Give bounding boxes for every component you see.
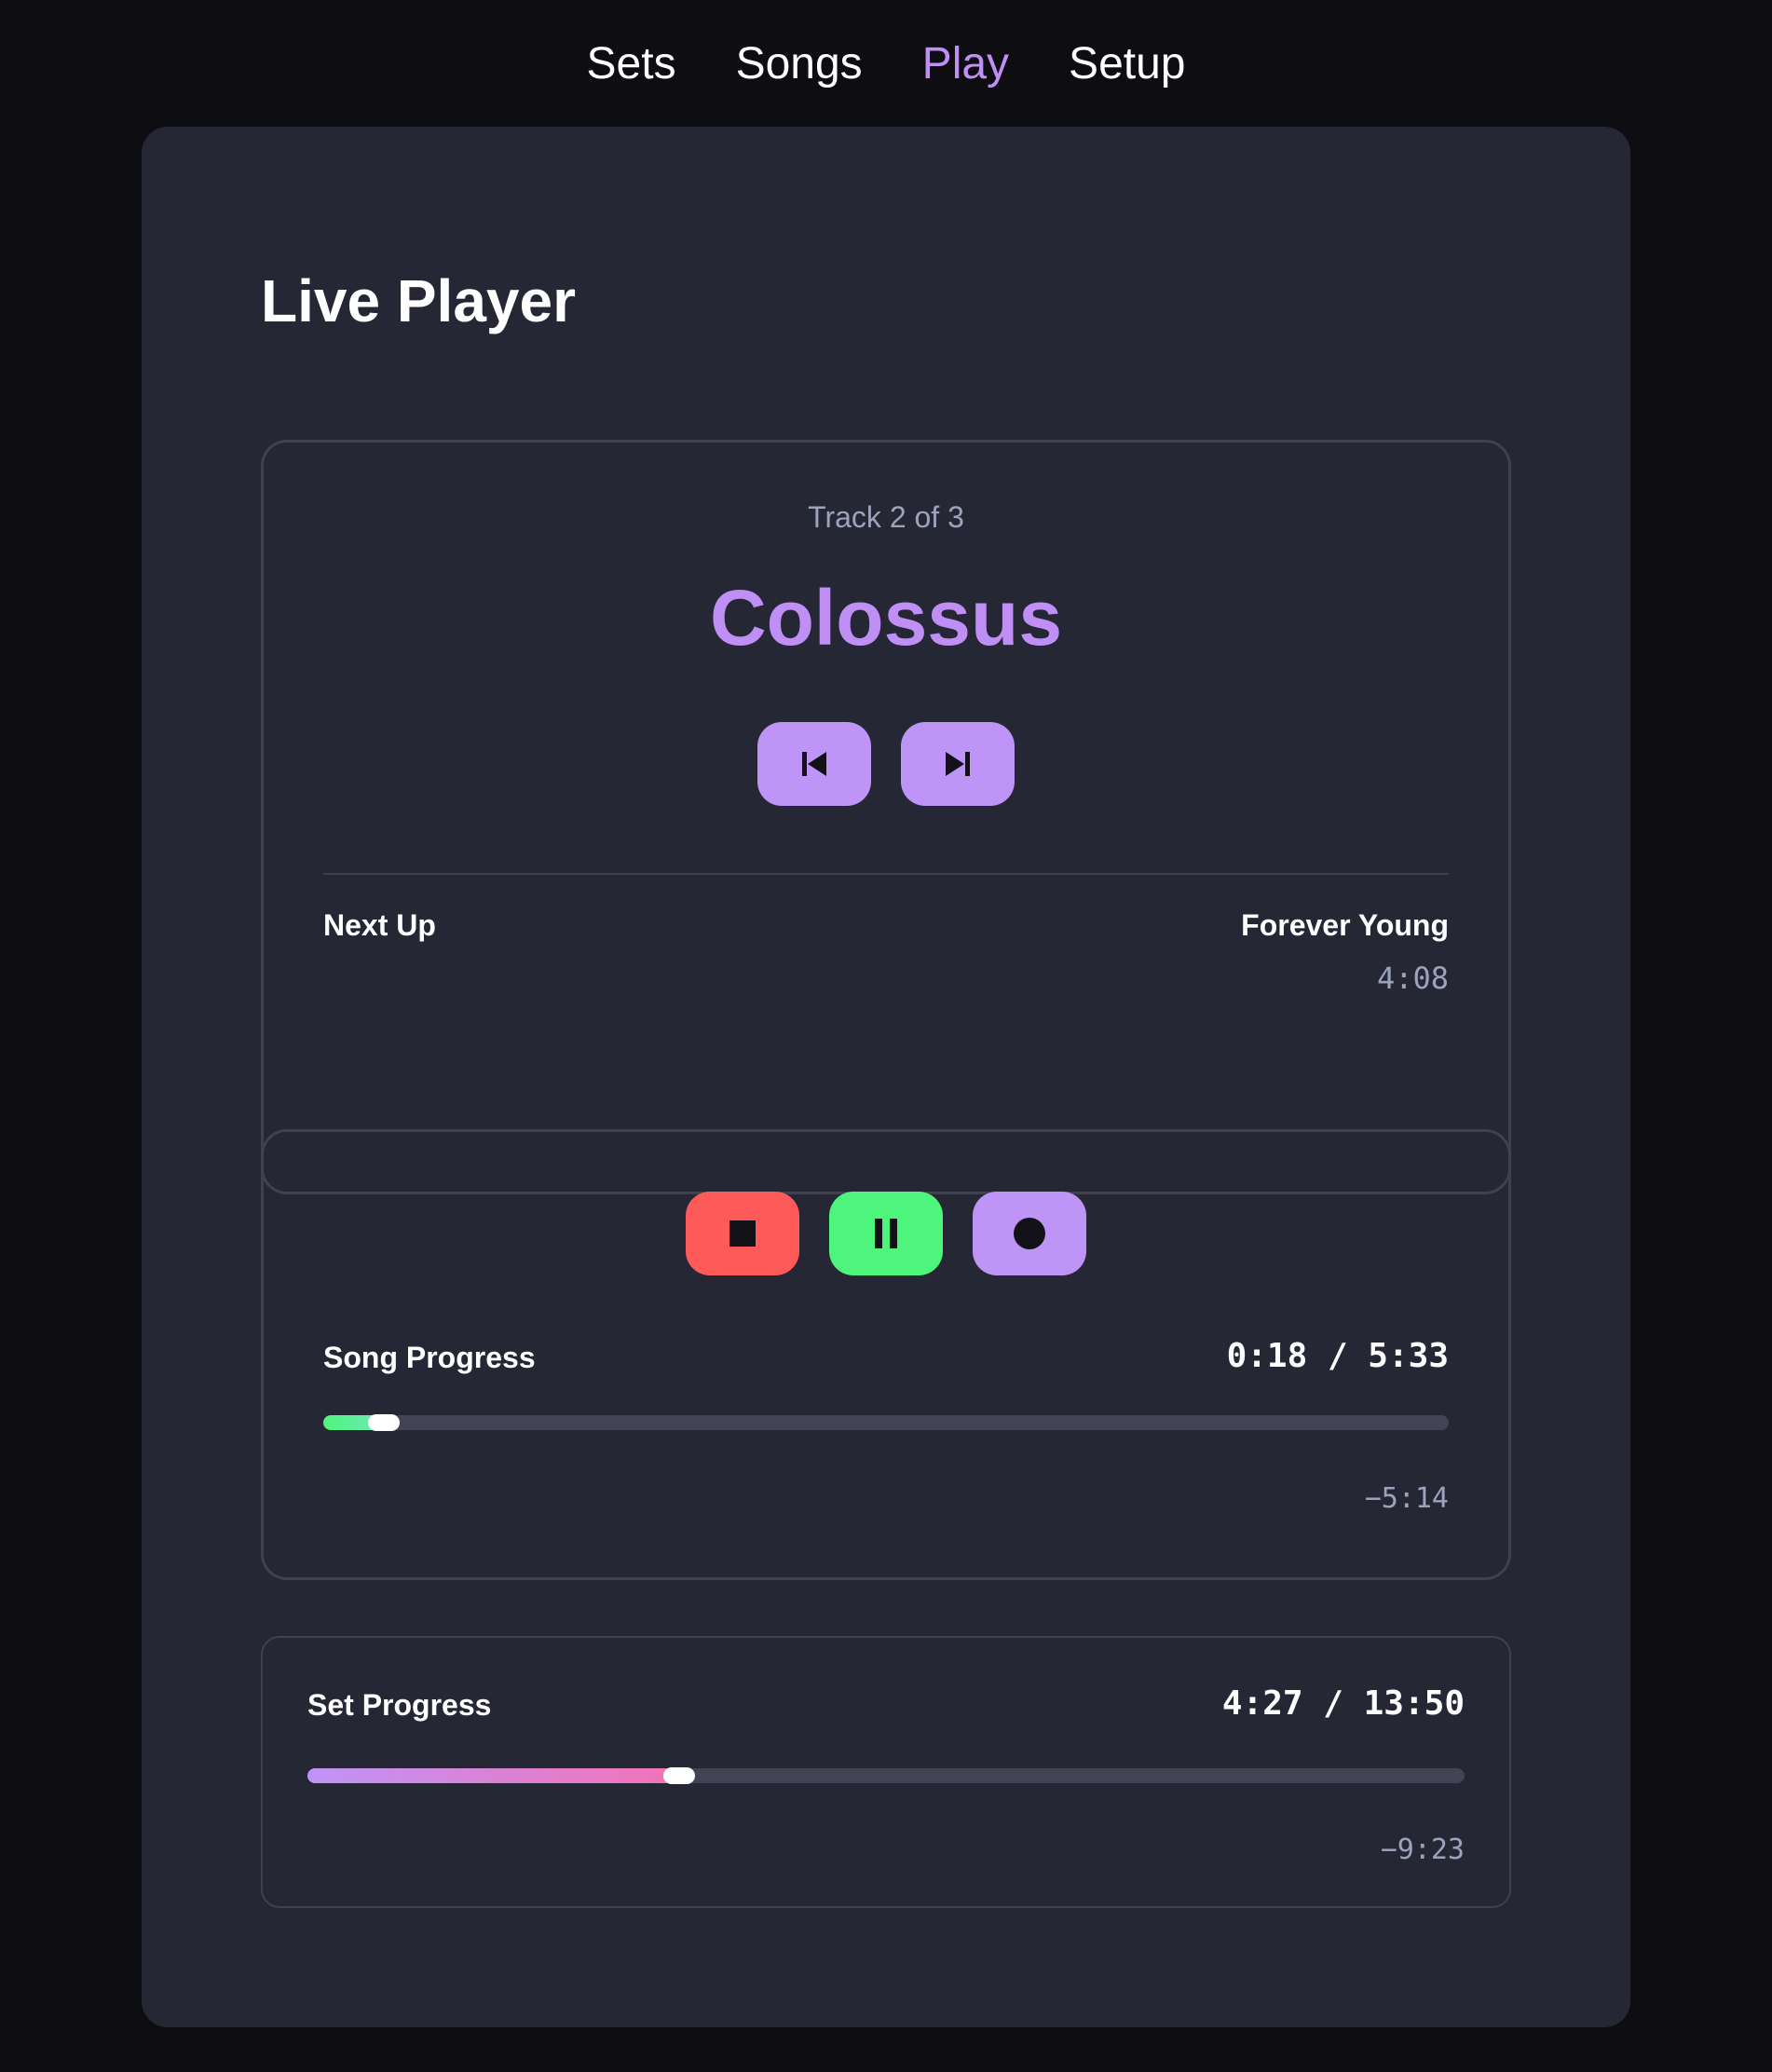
record-button[interactable]: [973, 1192, 1086, 1275]
song-progress-bar[interactable]: [323, 1414, 1449, 1431]
song-progress-time: 0:18 / 5:33: [1226, 1337, 1449, 1375]
now-playing-card: Track 2 of 3 Colossus Next Up Forever Yo…: [261, 440, 1511, 1194]
song-progress-thumb[interactable]: [368, 1414, 401, 1431]
record-icon: [1014, 1218, 1045, 1249]
nav-play[interactable]: Play: [922, 38, 1009, 89]
next-up-label: Next Up: [323, 908, 436, 942]
nav-songs[interactable]: Songs: [736, 38, 863, 89]
stop-button[interactable]: [686, 1192, 799, 1275]
set-remaining-time: −9:23: [1380, 1833, 1465, 1866]
set-progress-time: 4:27 / 13:50: [1221, 1684, 1465, 1723]
next-up-duration: 4:08: [1376, 961, 1449, 996]
nav-sets[interactable]: Sets: [587, 38, 676, 89]
skip-previous-icon: [802, 752, 826, 776]
song-progress-label: Song Progress: [323, 1341, 536, 1374]
page-title: Live Player: [261, 267, 576, 334]
stop-icon: [729, 1220, 756, 1247]
track-count: Track 2 of 3: [808, 500, 964, 534]
live-player-panel: Live Player Track 2 of 3 Colossus Next U…: [142, 127, 1630, 2027]
set-progress-card: Set Progress 4:27 / 13:50 −9:23: [261, 1636, 1511, 1908]
set-progress-fill: [307, 1768, 679, 1783]
set-progress-label: Set Progress: [307, 1688, 492, 1722]
next-up-song: Forever Young: [1241, 908, 1449, 942]
nav-setup[interactable]: Setup: [1069, 38, 1185, 89]
transport-card: Song Progress 0:18 / 5:33 −5:14: [261, 1129, 1511, 1580]
track-nav-buttons: [264, 722, 1508, 806]
song-remaining-time: −5:14: [1364, 1482, 1449, 1515]
skip-next-icon: [946, 752, 970, 776]
transport-buttons: [264, 1192, 1508, 1275]
divider: [323, 873, 1449, 875]
top-navigation: Sets Songs Play Setup: [0, 0, 1772, 127]
previous-track-button[interactable]: [757, 722, 871, 806]
track-title: Colossus: [709, 574, 1063, 661]
next-track-button[interactable]: [901, 722, 1015, 806]
set-progress-thumb[interactable]: [662, 1767, 695, 1784]
set-progress-bar[interactable]: [307, 1767, 1465, 1784]
pause-icon: [875, 1219, 897, 1248]
pause-button[interactable]: [829, 1192, 943, 1275]
